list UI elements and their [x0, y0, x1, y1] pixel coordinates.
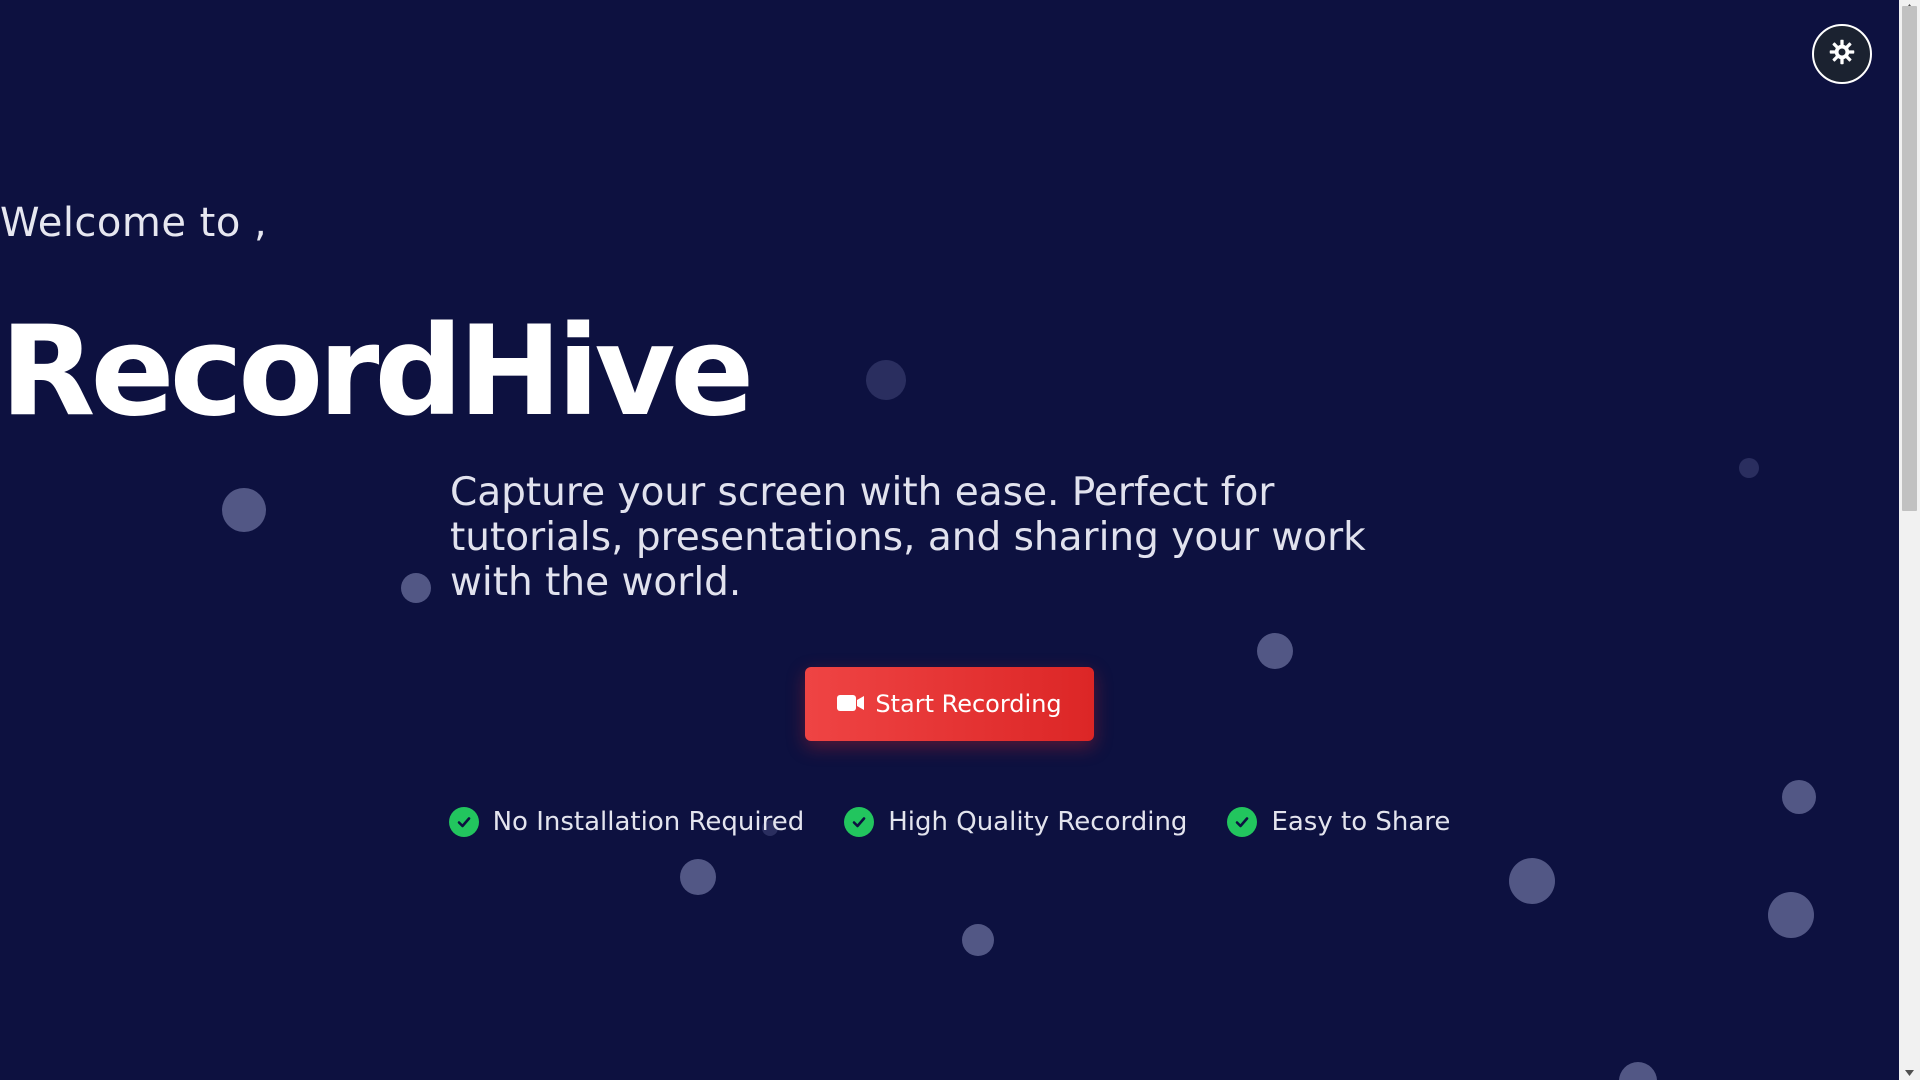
check-circle-icon	[448, 807, 479, 837]
welcome-text: Welcome to ,	[0, 200, 268, 246]
feature-label: No Installation Required	[492, 807, 805, 837]
start-recording-label: Start Recording	[875, 690, 1062, 718]
vertical-scrollbar[interactable]	[1899, 0, 1920, 1080]
decor-bubble	[401, 573, 431, 603]
theme-toggle-button[interactable]	[1812, 24, 1872, 84]
check-circle-icon	[1227, 807, 1258, 837]
hero-tagline: Capture your screen with ease. Perfect f…	[450, 470, 1366, 605]
feature-label: High Quality Recording	[888, 807, 1188, 837]
decor-bubble	[1619, 1062, 1657, 1080]
decor-bubble	[962, 924, 994, 956]
feature-item: Easy to Share	[1227, 800, 1450, 844]
brand-title: RecordHive	[0, 300, 754, 444]
feature-label: Easy to Share	[1271, 807, 1451, 837]
start-recording-button[interactable]: Start Recording	[805, 667, 1094, 741]
gear-icon	[1828, 38, 1856, 70]
feature-item: No Installation Required	[448, 800, 805, 844]
decor-bubble	[1768, 892, 1814, 938]
decor-bubble	[1509, 858, 1555, 904]
video-camera-icon	[837, 690, 865, 718]
feature-item: High Quality Recording	[844, 800, 1187, 844]
scrollbar-thumb[interactable]	[1902, 6, 1917, 511]
check-circle-icon	[844, 807, 875, 837]
landing-page: Welcome to , RecordHive Capture your scr…	[0, 0, 1899, 1080]
feature-list: No Installation Required High Quality Re…	[0, 800, 1899, 844]
decor-bubble	[1257, 633, 1293, 669]
decor-bubble	[222, 488, 266, 532]
decor-bubble	[680, 859, 716, 895]
scroll-down-arrow-icon[interactable]	[1899, 1066, 1920, 1080]
decor-bubble	[1739, 458, 1759, 478]
